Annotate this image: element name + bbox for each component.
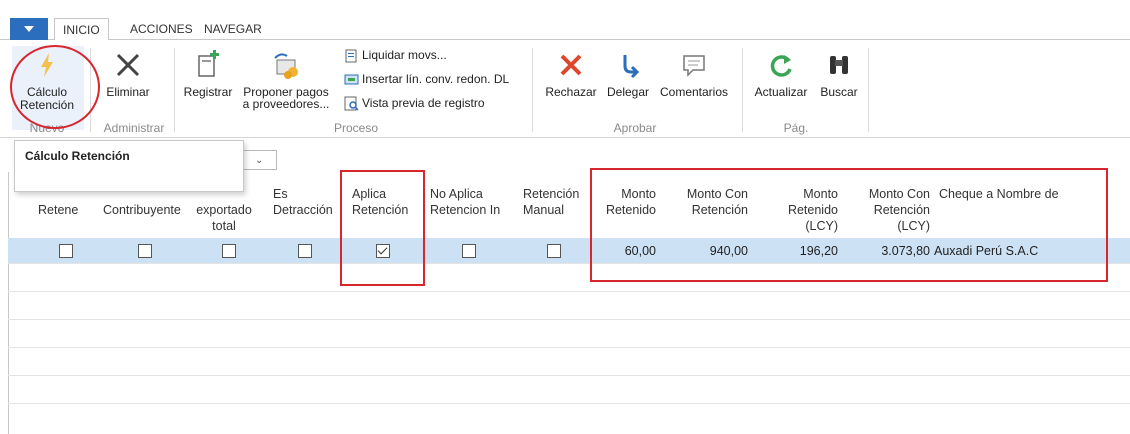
refresh-icon <box>766 50 796 80</box>
comment-icon <box>679 50 709 80</box>
buscar-label: Buscar <box>820 85 858 99</box>
delegar-label: Delegar <box>606 85 650 99</box>
row-divider <box>8 347 1130 348</box>
insertar-lin-label: Insertar lín. conv. redon. DL <box>362 72 510 86</box>
checkbox-retene[interactable] <box>59 244 73 258</box>
liquidar-movs-label: Liquidar movs... <box>362 48 447 62</box>
liquidar-movs-button[interactable]: Liquidar movs... <box>344 46 447 64</box>
grid-left-border <box>8 172 9 434</box>
tooltip-calculo-retencion: Cálculo Retención <box>14 140 244 192</box>
group-aprobar-label: Aprobar <box>613 121 657 135</box>
calculo-highlight-ellipse <box>10 45 100 129</box>
header-es-detraccion[interactable]: Es Detracción <box>273 186 333 218</box>
buscar-button[interactable]: Buscar <box>814 50 864 99</box>
row-divider <box>8 291 1130 292</box>
group-separator <box>868 48 869 132</box>
group-proceso-label: Proceso <box>333 121 379 135</box>
group-separator <box>742 48 743 132</box>
highlight-montos <box>590 168 1108 282</box>
delegate-icon <box>613 50 643 80</box>
proponer-pagos-button[interactable]: Proponer pagos a proveedores... <box>238 50 334 110</box>
checkbox-es-detraccion[interactable] <box>298 244 312 258</box>
post-document-icon <box>193 50 223 80</box>
rechazar-button[interactable]: Rechazar <box>542 50 600 99</box>
reject-icon <box>556 50 586 80</box>
eliminar-label: Eliminar <box>106 85 150 99</box>
group-separator <box>174 48 175 132</box>
group-separator <box>532 48 533 132</box>
proponer-pagos-label: Proponer pagos a proveedores... <box>242 85 330 111</box>
tab-inicio[interactable]: INICIO <box>54 18 109 41</box>
chevron-down-icon: ⌄ <box>255 155 264 166</box>
highlight-aplica-retencion <box>340 170 425 286</box>
header-no-aplica-retencion[interactable]: No Aplica Retencion In <box>430 186 500 218</box>
group-pag-label: Pág. <box>783 121 809 135</box>
actualizar-button[interactable]: Actualizar <box>748 50 814 99</box>
checkbox-retencion-manual[interactable] <box>547 244 561 258</box>
registrar-button[interactable]: Registrar <box>178 50 238 99</box>
eliminar-button[interactable]: Eliminar <box>96 50 160 99</box>
group-administrar-label: Administrar <box>103 121 165 135</box>
suggest-payments-icon <box>271 50 301 80</box>
actualizar-label: Actualizar <box>754 85 808 99</box>
tab-acciones[interactable]: ACCIONES <box>122 18 201 41</box>
filter-dropdown[interactable]: ⌄ <box>243 150 277 170</box>
comentarios-label: Comentarios <box>659 85 729 99</box>
checkbox-exportado-total[interactable] <box>222 244 236 258</box>
comentarios-button[interactable]: Comentarios <box>654 50 734 99</box>
tab-navegar[interactable]: NAVEGAR <box>196 18 270 41</box>
row-divider <box>8 403 1130 404</box>
row-divider <box>8 319 1130 320</box>
header-retencion-manual[interactable]: Retención Manual <box>523 186 579 218</box>
header-retene[interactable]: Retene <box>38 202 78 218</box>
ribbon-tabs: INICIO ACCIONES NAVEGAR <box>0 18 1130 41</box>
window-top <box>0 0 1130 10</box>
vista-previa-label: Vista previa de registro <box>362 96 485 110</box>
delete-x-icon <box>113 50 143 80</box>
checkbox-no-aplica-retencion[interactable] <box>462 244 476 258</box>
insert-line-icon <box>344 72 359 87</box>
row-divider <box>8 375 1130 376</box>
delegar-button[interactable]: Delegar <box>602 50 654 99</box>
registrar-label: Registrar <box>183 85 233 99</box>
apply-entries-icon <box>344 48 359 63</box>
application-menu-button[interactable] <box>10 18 48 40</box>
header-exportado-total[interactable]: exportado total <box>186 202 262 234</box>
checkbox-contribuyente[interactable] <box>138 244 152 258</box>
header-contribuyente[interactable]: Contribuyente <box>103 202 181 218</box>
preview-icon <box>344 96 359 111</box>
vista-previa-button[interactable]: Vista previa de registro <box>344 94 485 112</box>
insertar-lin-button[interactable]: Insertar lín. conv. redon. DL <box>344 70 509 88</box>
binoculars-icon <box>824 50 854 80</box>
rechazar-label: Rechazar <box>545 85 597 99</box>
